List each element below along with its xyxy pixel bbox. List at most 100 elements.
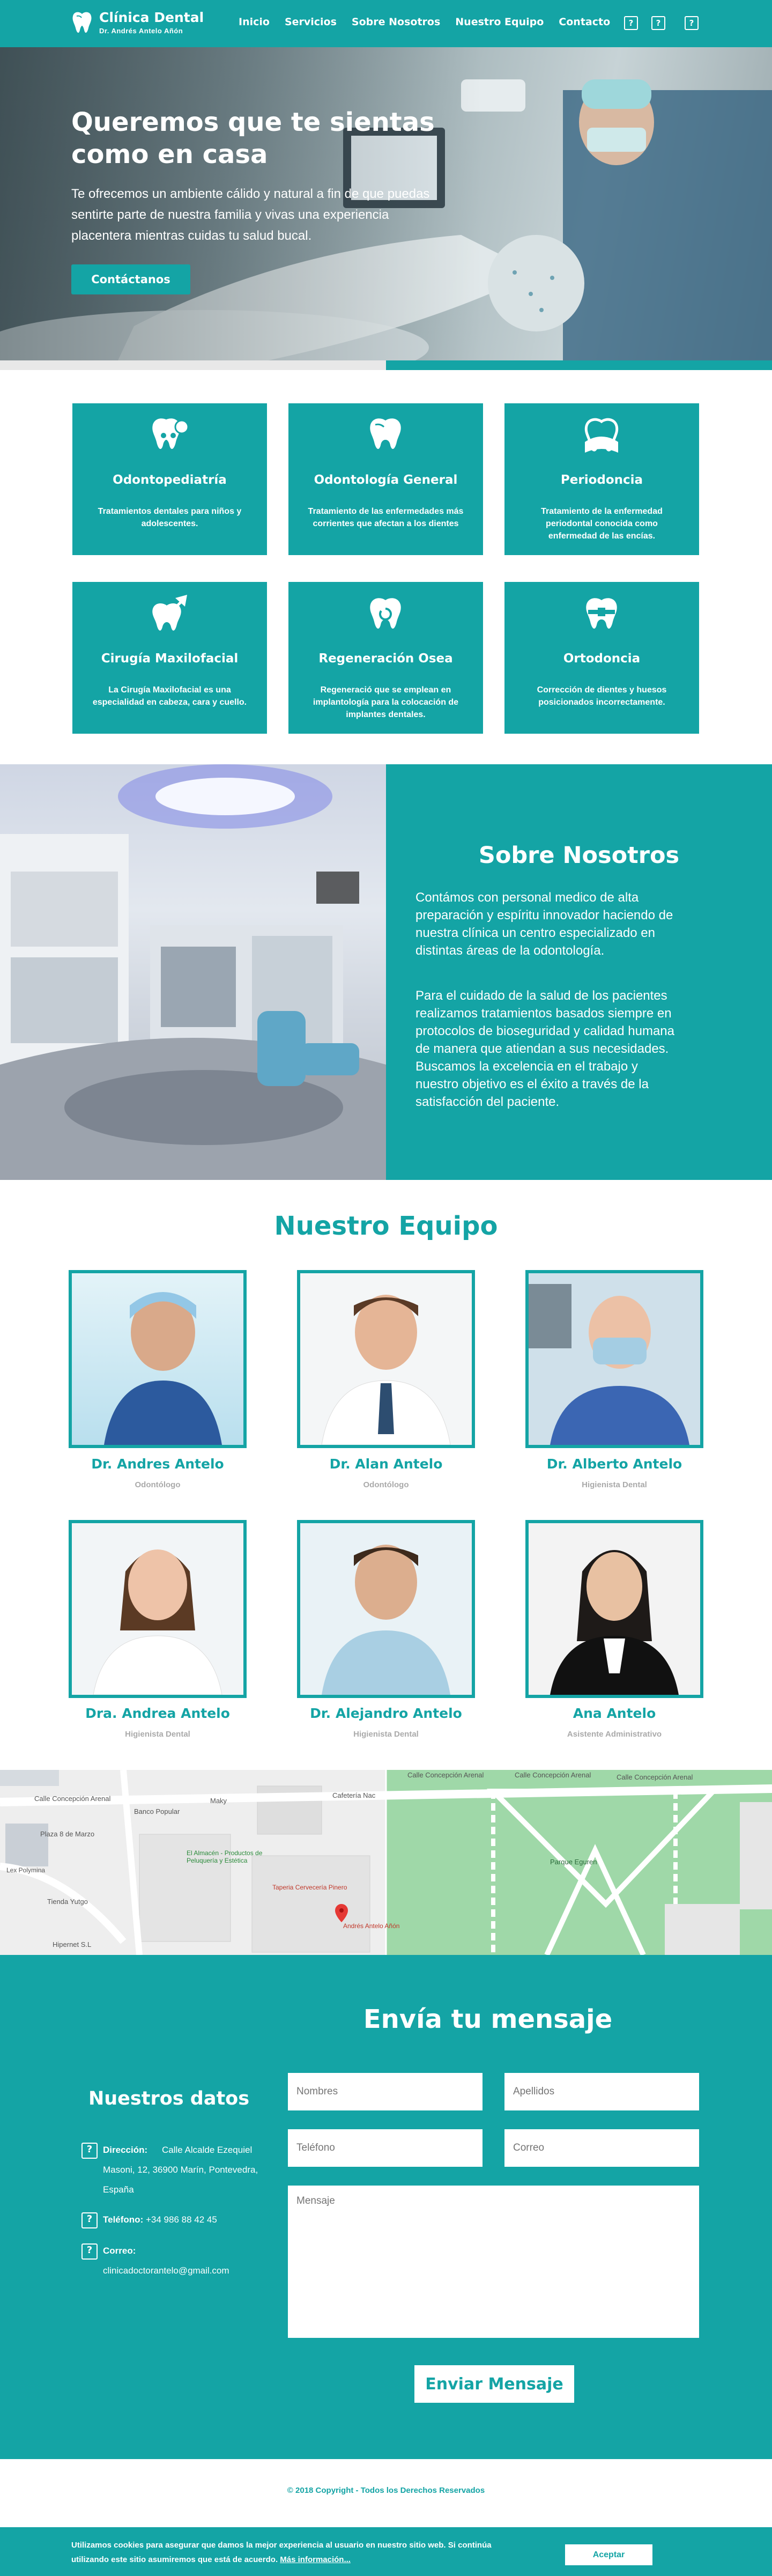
team-photo-alejandro	[297, 1520, 475, 1698]
phone-icon: ?	[81, 2212, 98, 2228]
hero-divider-teal	[386, 360, 772, 370]
map-label: Calle Concepción Arenal	[515, 1771, 591, 1779]
send-message-button[interactable]: Enviar Mensaje	[414, 2365, 574, 2403]
map-label: Calle Concepción Arenal	[617, 1773, 693, 1781]
gum-icon	[584, 418, 619, 453]
team-photo-alan	[297, 1270, 475, 1448]
about-paragraph-2: Para el cuidado de la salud de los pacie…	[415, 988, 674, 1109]
address-icon: ?	[81, 2142, 98, 2159]
service-card-odontopediatria[interactable]: Odontopediatría Tratamientos dentales pa…	[72, 403, 267, 555]
team-name: Dra. Andrea Antelo	[85, 1706, 230, 1721]
regeneration-tooth-icon	[370, 598, 401, 629]
main-menu: Inicio Servicios Sobre Nosotros Nuestro …	[239, 16, 625, 28]
service-title: Odontología General	[314, 473, 458, 487]
service-desc: Tratamiento de la enfermedad periodontal…	[541, 507, 663, 541]
hero-banner: Queremos que te sientas como en casa Te …	[0, 47, 772, 360]
team-name: Dr. Alberto Antelo	[546, 1456, 682, 1472]
copyright: © 2018 Copyright - Todos los Derechos Re…	[287, 2486, 485, 2495]
contact-title: Envía tu mensaje	[363, 2004, 613, 2034]
service-desc: Tratamiento de las enfermedades más corr…	[308, 507, 464, 528]
service-title: Periodoncia	[560, 473, 643, 487]
brand-logo[interactable]: Clínica Dental Dr. Andrés Antelo Añón	[71, 10, 232, 39]
phone-row: ? Teléfono: +34 986 88 42 45	[81, 2210, 264, 2230]
email-field[interactable]	[504, 2129, 699, 2167]
service-card-periodoncia[interactable]: Periodoncia Tratamiento de la enfermedad…	[504, 403, 699, 555]
nav-item-inicio[interactable]: Inicio	[239, 16, 270, 28]
phone-text: +34 986 88 42 45	[145, 2215, 217, 2225]
surgery-tooth-icon	[152, 595, 187, 631]
social-icon-1[interactable]: ?	[624, 16, 638, 30]
team-role: Higienista Dental	[353, 1730, 419, 1739]
map-label: Calle Concepción Arenal	[407, 1771, 484, 1779]
email-icon: ?	[81, 2243, 98, 2260]
contact-section: Envía tu mensaje Enviar Mensaje Nuestros…	[0, 1955, 772, 2459]
clinic-photo	[0, 764, 386, 1180]
team-name: Dr. Alan Antelo	[329, 1456, 443, 1472]
map-label: Parque Eguren	[550, 1858, 597, 1866]
nav-item-contacto[interactable]: Contacto	[559, 16, 610, 28]
map-label: Taperia Cervecería Pinero	[272, 1884, 347, 1891]
service-card-cirugia-maxilofacial[interactable]: Cirugía Maxilofacial La Cirugía Maxilofa…	[72, 582, 267, 734]
nav-item-nuestro-equipo[interactable]: Nuestro Equipo	[455, 16, 544, 28]
hero-text: Te ofrecemos un ambiente cálido y natura…	[71, 187, 430, 243]
email-row: ? Correo: clinicadoctorantelo@gmail.com	[81, 2241, 264, 2280]
cookie-more-info-link[interactable]: Más información...	[280, 2555, 351, 2564]
phone-field[interactable]	[288, 2129, 482, 2167]
contact-data-title: Nuestros datos	[88, 2088, 250, 2109]
service-desc: Regeneració que se emplean en implantolo…	[313, 685, 459, 719]
service-card-ortodoncia[interactable]: Ortodoncia Corrección de dientes y hueso…	[504, 582, 699, 734]
accept-cookies-button[interactable]: Aceptar	[565, 2544, 652, 2565]
message-field[interactable]	[288, 2186, 699, 2338]
team-title: Nuestro Equipo	[274, 1211, 498, 1241]
team-role: Odontólogo	[135, 1480, 181, 1489]
service-card-regeneracion-osea[interactable]: Regeneración Osea Regeneració que se emp…	[288, 582, 483, 734]
nav-item-sobre-nosotros[interactable]: Sobre Nosotros	[352, 16, 440, 28]
top-navbar: Clínica Dental Dr. Andrés Antelo Añón In…	[0, 0, 772, 47]
map-label: El Almacén - Productos de Peluquería y E…	[187, 1849, 263, 1864]
nav-item-servicios[interactable]: Servicios	[285, 16, 337, 28]
phone-label: Teléfono:	[103, 2215, 144, 2225]
team-photo-andrea	[69, 1520, 247, 1698]
team-name: Dr. Alejandro Antelo	[310, 1706, 462, 1721]
email-text[interactable]: clinicadoctorantelo@gmail.com	[81, 2261, 264, 2280]
hero-title: Queremos que te sientas como en casa	[71, 107, 435, 169]
cookie-banner: Utilizamos cookies para asegurar que dam…	[0, 2527, 772, 2576]
about-paragraph-1: Contámos con personal medico de alta pre…	[415, 890, 673, 958]
map-label: Plaza 8 de Marzo	[40, 1830, 95, 1838]
tooth-logo-icon	[72, 12, 92, 33]
location-map[interactable]: Calle Concepción Arenal Calle Concepción…	[0, 1770, 772, 1955]
service-title: Odontopediatría	[113, 473, 227, 487]
team-name: Dr. Andres Antelo	[91, 1456, 224, 1472]
contact-us-button[interactable]: Contáctanos	[71, 264, 190, 294]
email-label: Correo:	[103, 2246, 136, 2256]
map-label: Calle Concepción Arenal	[34, 1795, 111, 1803]
team-photo-andres	[69, 1270, 247, 1448]
address-label: Dirección:	[103, 2145, 148, 2155]
service-card-odontologia-general[interactable]: Odontología General Tratamiento de las e…	[288, 403, 483, 555]
service-desc: Tratamientos dentales para niños y adole…	[98, 507, 242, 528]
social-icon-3[interactable]: ?	[685, 16, 699, 30]
about-title: Sobre Nosotros	[478, 842, 680, 869]
hero-divider-grey	[0, 360, 386, 370]
team-photo-alberto	[525, 1270, 703, 1448]
team-role: Higienista Dental	[582, 1480, 647, 1489]
address-row: ? Dirección: Calle Alcalde Ezequiel Mason…	[81, 2140, 264, 2199]
team-role: Higienista Dental	[125, 1730, 190, 1739]
service-title: Ortodoncia	[563, 652, 641, 666]
about-section: Sobre Nosotros Contámos con personal med…	[386, 764, 772, 1180]
map-label: Hipernet S.L	[53, 1940, 92, 1948]
braces-tooth-icon	[586, 598, 617, 629]
team-name: Ana Antelo	[573, 1706, 656, 1721]
team-role: Asistente Administrativo	[567, 1730, 662, 1739]
team-photo-ana	[525, 1520, 703, 1698]
map-label: Andrés Antelo Añón	[343, 1922, 400, 1930]
service-desc: Corrección de dientes y huesos posiciona…	[537, 685, 667, 707]
tooth-icon	[370, 418, 401, 449]
name-field[interactable]	[288, 2073, 482, 2110]
surname-field[interactable]	[504, 2073, 699, 2110]
brand-subtitle: Dr. Andrés Antelo Añón	[99, 27, 183, 35]
map-label: Maky	[210, 1797, 227, 1805]
social-icon-2[interactable]: ?	[651, 16, 665, 30]
clinic-interior-illustration	[0, 764, 386, 1180]
brand-title: Clínica Dental	[99, 10, 204, 25]
